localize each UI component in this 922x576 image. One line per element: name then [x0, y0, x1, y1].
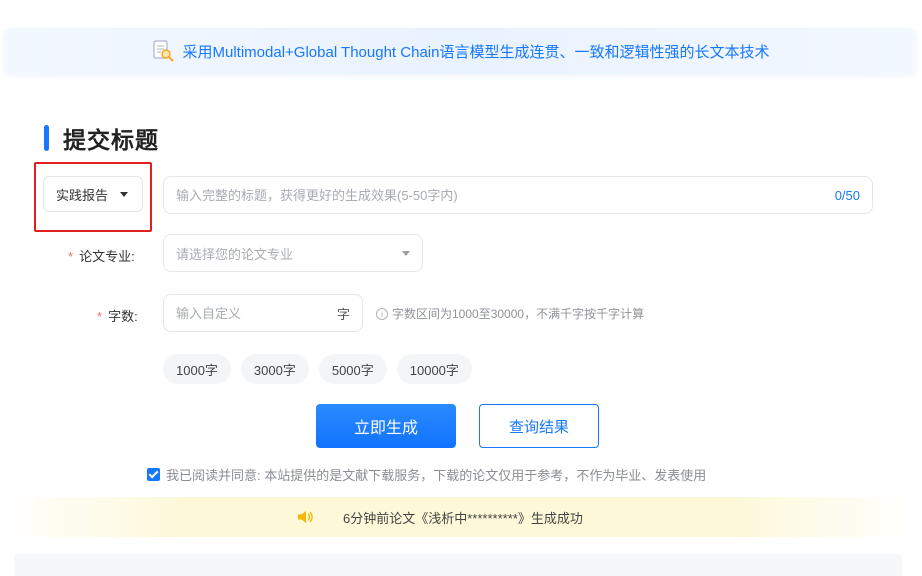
title-input-field[interactable]: 0/50 — [163, 176, 873, 214]
major-label: * 论文专业: — [68, 246, 135, 265]
notice-bar: 6分钟前论文《浅析中**********》生成成功 — [14, 497, 902, 537]
bottom-panel — [14, 554, 902, 576]
major-select[interactable]: 请选择您的论文专业 — [163, 234, 423, 272]
generate-button[interactable]: 立即生成 — [316, 404, 456, 448]
query-results-button[interactable]: 查询结果 — [479, 404, 599, 448]
title-char-counter: 0/50 — [834, 187, 860, 203]
word-count-label-text: 字数: — [108, 309, 138, 324]
title-input[interactable] — [176, 187, 835, 203]
paper-type-select[interactable]: 实践报告 — [43, 176, 143, 212]
major-label-text: 论文专业: — [79, 249, 135, 264]
preset-chip-5000[interactable]: 5000字 — [318, 354, 387, 384]
required-star: * — [97, 309, 103, 324]
word-count-hint-text: 字数区间为1000至30000，不满千字按千字计算 — [392, 307, 645, 321]
word-count-hint: i 字数区间为1000至30000，不满千字按千字计算 — [376, 305, 644, 322]
page-title: 提交标题 — [63, 127, 159, 153]
caret-down-icon — [120, 191, 129, 197]
word-count-presets: 1000字 3000字 5000字 10000字 — [163, 354, 472, 384]
word-count-suffix: 字 — [336, 306, 350, 322]
word-count-label: * 字数: — [97, 306, 138, 325]
preset-chip-1000[interactable]: 1000字 — [163, 354, 231, 384]
caret-down-icon — [402, 250, 410, 256]
document-search-icon — [151, 39, 175, 63]
preset-chip-10000[interactable]: 10000字 — [396, 354, 472, 384]
required-star: * — [68, 249, 74, 264]
agreement: 我已阅读并同意: 本站提供的是文献下载服务，下载的论文仅用于参考，不作为毕业、发… — [147, 465, 706, 484]
info-icon: i — [376, 307, 388, 320]
preset-chip-3000[interactable]: 3000字 — [240, 354, 309, 384]
paper-type-value: 实践报告 — [56, 187, 109, 203]
word-count-input[interactable] — [176, 305, 337, 321]
major-placeholder: 请选择您的论文专业 — [176, 246, 294, 262]
speaker-icon — [297, 510, 315, 524]
title-accent-bar — [44, 125, 49, 151]
banner-text: 采用Multimodal+Global Thought Chain语言模型生成连… — [182, 43, 770, 61]
section-title: 提交标题 — [44, 124, 159, 153]
notice-text: 6分钟前论文《浅析中**********》生成成功 — [343, 510, 583, 526]
agreement-text: 我已阅读并同意: 本站提供的是文献下载服务，下载的论文仅用于参考，不作为毕业、发… — [166, 468, 707, 483]
agreement-checkbox[interactable] — [147, 468, 160, 481]
word-count-field[interactable]: 字 — [163, 294, 363, 332]
feature-banner: 采用Multimodal+Global Thought Chain语言模型生成连… — [4, 28, 916, 74]
